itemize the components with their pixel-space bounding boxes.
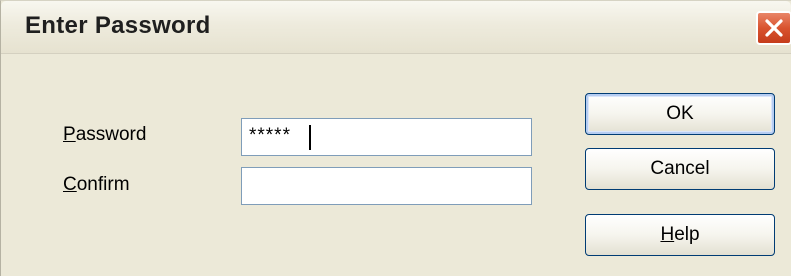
confirm-label-mnemonic: C	[63, 174, 77, 195]
close-button[interactable]	[756, 11, 791, 45]
confirm-label: Confirm	[63, 174, 130, 196]
confirm-label-text: onfirm	[76, 174, 130, 195]
help-button[interactable]: Help	[585, 214, 775, 256]
confirm-field[interactable]	[241, 167, 532, 205]
ok-button[interactable]: OK	[585, 93, 775, 135]
password-label-text: assword	[75, 124, 147, 145]
password-label-mnemonic: P	[63, 124, 76, 145]
password-value: *****	[249, 125, 291, 146]
password-field[interactable]: *****	[241, 118, 532, 156]
password-label: Password	[63, 124, 146, 146]
title-bar[interactable]: Enter Password	[1, 1, 791, 54]
window-title: Enter Password	[25, 12, 211, 39]
help-button-text: elp	[674, 224, 700, 245]
close-icon	[765, 19, 783, 37]
help-button-mnemonic: H	[660, 224, 675, 245]
enter-password-dialog: Enter Password Password ***** Confirm OK…	[0, 0, 791, 276]
cancel-button[interactable]: Cancel	[585, 148, 775, 190]
text-caret	[309, 125, 311, 150]
